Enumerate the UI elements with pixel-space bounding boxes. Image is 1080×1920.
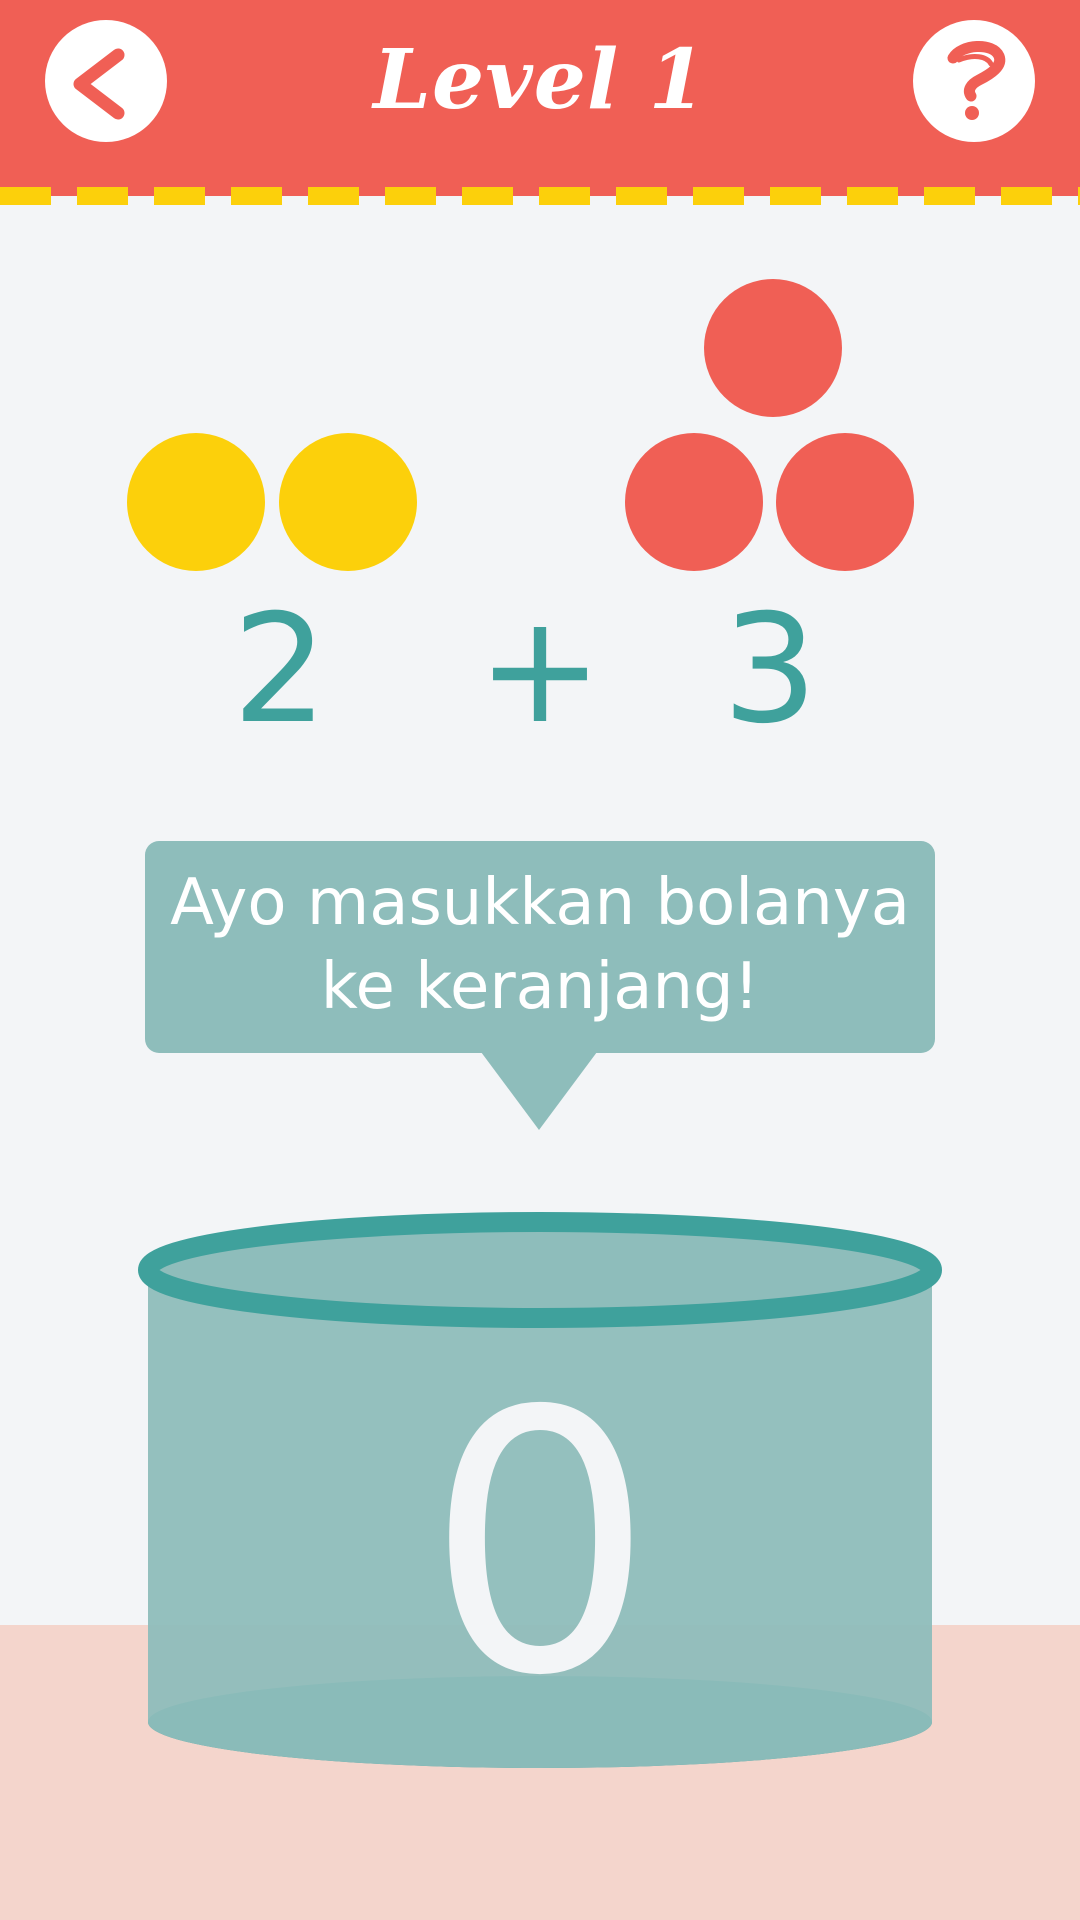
basket-rim (138, 1212, 942, 1328)
basket-count: 0 (425, 1335, 655, 1754)
